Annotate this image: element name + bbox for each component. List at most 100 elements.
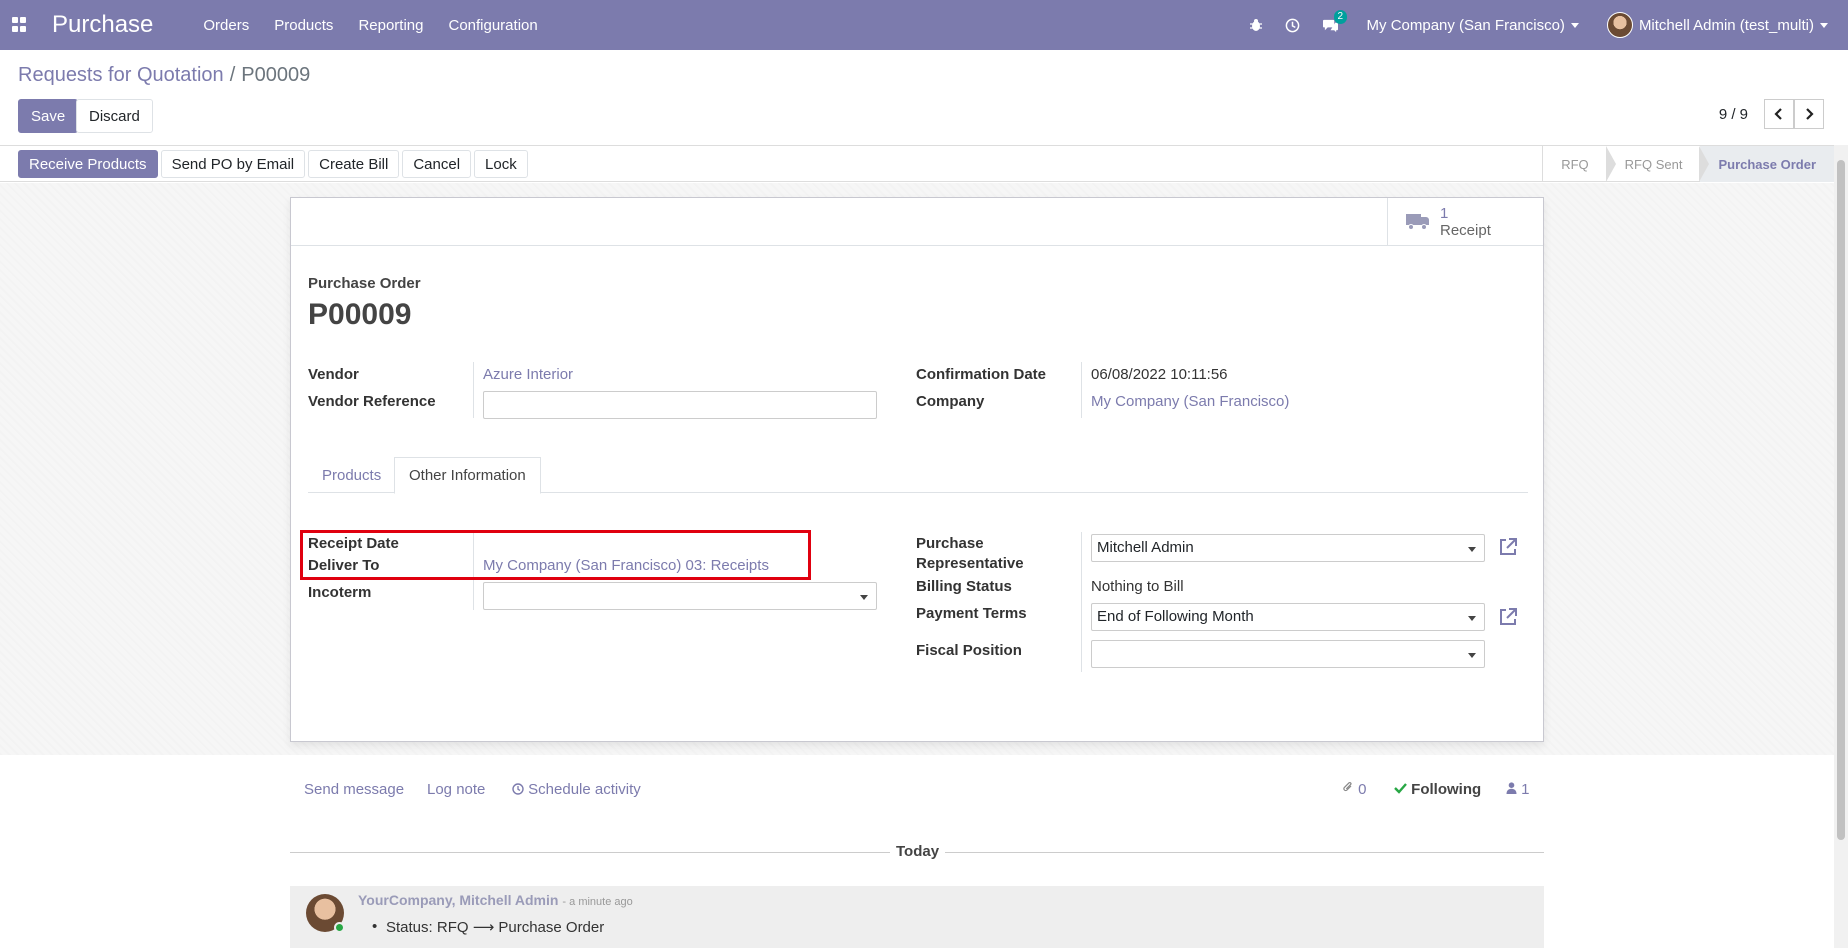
user-name: Mitchell Admin (test_multi)	[1638, 16, 1814, 34]
discard-button[interactable]: Discard	[76, 99, 153, 133]
company-label: Company	[916, 393, 985, 410]
confirmation-date-value: 06/08/2022 10:11:56	[1091, 366, 1228, 383]
stage-purchase-order[interactable]: Purchase Order	[1699, 146, 1848, 182]
save-button[interactable]: Save	[18, 99, 79, 133]
avatar	[1606, 12, 1633, 38]
main-menu: Orders Products Reporting Configuration	[203, 17, 562, 34]
scrollbar[interactable]	[1834, 145, 1848, 948]
receive-products-button[interactable]: Receive Products	[18, 150, 158, 178]
chat-icon[interactable]: 2	[1322, 9, 1348, 33]
followers-button[interactable]: 1	[1506, 781, 1530, 798]
pager-previous-button[interactable]	[1764, 99, 1794, 129]
following-button[interactable]: Following	[1394, 781, 1481, 798]
create-bill-button[interactable]: Create Bill	[308, 150, 400, 178]
user-menu[interactable]: Mitchell Admin (test_multi)	[1606, 12, 1828, 38]
external-link-icon[interactable]	[1497, 536, 1519, 558]
menu-reporting[interactable]: Reporting	[358, 17, 423, 34]
following-label: Following	[1411, 781, 1482, 798]
schedule-activity-button[interactable]: Schedule activity	[512, 781, 641, 798]
menu-configuration[interactable]: Configuration	[448, 17, 537, 34]
company-switcher-label: My Company (San Francisco)	[1366, 16, 1565, 34]
top-navbar: Purchase Orders Products Reporting Confi…	[0, 0, 1848, 50]
scrollbar-thumb[interactable]	[1837, 160, 1845, 840]
receipt-label: Receipt	[1440, 222, 1491, 239]
smart-button-box: 1 Receipt	[291, 198, 1543, 246]
send-po-email-button[interactable]: Send PO by Email	[160, 150, 306, 178]
log-note-button[interactable]: Log note	[427, 781, 485, 798]
purchase-representative-label: Purchase Representative	[916, 535, 1024, 572]
check-icon	[1394, 783, 1407, 794]
vendor-reference-input[interactable]	[483, 391, 877, 419]
vendor-label: Vendor	[308, 366, 359, 383]
breadcrumb-parent[interactable]: Requests for Quotation	[18, 64, 224, 86]
tab-products[interactable]: Products	[308, 457, 395, 494]
doc-type-label: Purchase Order	[308, 275, 421, 292]
attachments-button[interactable]: 0	[1342, 781, 1367, 798]
billing-status-value: Nothing to Bill	[1091, 578, 1184, 595]
payment-terms-label: Payment Terms	[916, 605, 1027, 622]
chevron-down-icon	[1570, 23, 1579, 29]
vendor-link[interactable]: Azure Interior	[483, 366, 573, 383]
dropdown-caret-icon	[1468, 616, 1476, 621]
clock-icon	[512, 783, 524, 795]
apps-menu-icon[interactable]	[12, 17, 28, 33]
lock-button[interactable]: Lock	[474, 150, 528, 178]
tab-other-information[interactable]: Other Information	[394, 457, 541, 494]
pager-value[interactable]: 9 / 9	[1719, 106, 1748, 123]
purchase-representative-label-line1: Purchase	[916, 535, 984, 552]
paperclip-icon	[1343, 781, 1352, 792]
notebook-tabs: Products Other Information	[308, 457, 1528, 494]
message-author-name[interactable]: YourCompany, Mitchell Admin	[358, 892, 558, 908]
followers-count: 1	[1521, 781, 1530, 798]
message-body: Status: RFQ ⟶ Purchase Order	[372, 918, 604, 936]
purchase-representative-select[interactable]: Mitchell Admin	[1091, 534, 1485, 562]
receipt-smart-button[interactable]: 1 Receipt	[1387, 198, 1543, 246]
pager-next-button[interactable]	[1794, 99, 1824, 129]
send-message-button[interactable]: Send message	[304, 781, 404, 798]
chevron-right-icon	[1806, 108, 1814, 120]
menu-products[interactable]: Products	[274, 17, 333, 34]
field-divider	[473, 362, 474, 418]
stage-rfq-sent[interactable]: RFQ Sent	[1605, 146, 1701, 182]
schedule-activity-label: Schedule activity	[528, 781, 641, 798]
menu-orders[interactable]: Orders	[203, 17, 249, 34]
external-link-icon[interactable]	[1497, 606, 1519, 628]
breadcrumb-current: P00009	[241, 64, 311, 86]
cancel-button[interactable]: Cancel	[402, 150, 472, 178]
online-status-icon	[334, 922, 345, 933]
clock-icon[interactable]	[1285, 18, 1300, 33]
message-time: - a minute ago	[562, 896, 633, 908]
form-sheet: 1 Receipt Purchase Order P00009 Vendor A…	[290, 197, 1544, 742]
dropdown-caret-icon	[1468, 653, 1476, 658]
incoterm-select[interactable]	[483, 582, 877, 610]
receipt-count: 1	[1440, 205, 1449, 222]
user-icon	[1506, 782, 1517, 794]
chevron-down-icon	[1820, 22, 1828, 28]
dropdown-caret-icon	[860, 595, 868, 600]
stage-pipeline: RFQ RFQ Sent Purchase Order	[1542, 146, 1848, 182]
company-link[interactable]: My Company (San Francisco)	[1091, 393, 1289, 410]
fiscal-position-select[interactable]	[1091, 640, 1485, 668]
highlight-box	[300, 530, 811, 580]
app-name[interactable]: Purchase	[52, 11, 153, 39]
confirmation-date-label: Confirmation Date	[916, 366, 1047, 383]
incoterm-label: Incoterm	[308, 584, 372, 601]
dropdown-caret-icon	[1468, 547, 1476, 552]
chevron-left-icon	[1774, 108, 1782, 120]
pager: 9 / 9	[1719, 99, 1824, 129]
chatter-message: YourCompany, Mitchell Admin - a minute ag…	[290, 886, 1544, 948]
stage-rfq[interactable]: RFQ	[1543, 146, 1606, 182]
bug-icon[interactable]	[1249, 18, 1263, 32]
chatter-topbar: Send message Log note Schedule activity …	[290, 777, 1544, 807]
billing-status-label: Billing Status	[916, 578, 1012, 595]
field-divider	[1081, 532, 1082, 672]
breadcrumb-separator: /	[229, 64, 236, 86]
page-title: P00009	[308, 298, 412, 331]
field-divider	[1081, 362, 1082, 418]
message-author: YourCompany, Mitchell Admin - a minute ag…	[358, 892, 633, 908]
form-statusbar: Receive Products Send PO by Email Create…	[0, 145, 1848, 182]
truck-icon	[1406, 214, 1430, 230]
purchase-representative-label-line2: Representative	[916, 555, 1024, 572]
company-switcher[interactable]: My Company (San Francisco)	[1367, 17, 1579, 34]
payment-terms-select[interactable]: End of Following Month	[1091, 603, 1485, 631]
